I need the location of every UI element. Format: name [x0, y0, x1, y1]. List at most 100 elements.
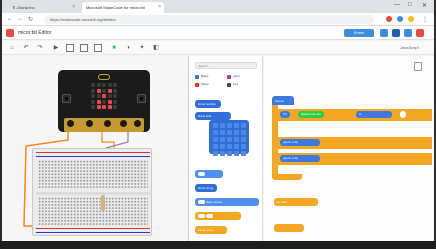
command-row-3[interactable]: pause (ms): [276, 153, 432, 165]
block-clear-screen[interactable]: clear screen: [195, 198, 259, 206]
led-editor-cell[interactable]: [241, 123, 246, 128]
led-editor-cell[interactable]: [234, 130, 239, 135]
led: [107, 88, 112, 93]
play-icon[interactable]: ▶: [52, 44, 60, 52]
settings-icon[interactable]: [404, 29, 412, 37]
led-editor-cell[interactable]: [213, 151, 218, 156]
trash-icon[interactable]: [414, 62, 422, 71]
led-editor-cell[interactable]: [227, 144, 232, 149]
led-editor-cell[interactable]: [234, 123, 239, 128]
close-icon[interactable]: ×: [158, 4, 161, 10]
browser-tab-1[interactable]: Ｅ-Gloria Inc. ×: [8, 2, 78, 13]
undo-icon[interactable]: ↶: [22, 44, 30, 52]
pause-pill[interactable]: pause (ms): [280, 139, 320, 146]
category-basic[interactable]: Basic: [195, 74, 208, 80]
led-editor-cell[interactable]: [234, 151, 239, 156]
block-led-editor[interactable]: [209, 120, 249, 156]
value-input[interactable]: [400, 111, 406, 118]
button-a[interactable]: [62, 94, 71, 103]
block-pause-2[interactable]: pause (ms): [195, 226, 227, 234]
blocks-icon[interactable]: [380, 29, 388, 37]
pin-2[interactable]: [104, 120, 111, 127]
on-start-block[interactable]: on start: [274, 198, 318, 206]
stop-icon[interactable]: ■: [66, 44, 74, 52]
forward-icon[interactable]: →: [17, 16, 23, 22]
button-b[interactable]: [137, 94, 146, 103]
help-icon[interactable]: [416, 29, 424, 37]
led-editor-cell[interactable]: [227, 137, 232, 142]
led-editor-cell[interactable]: [241, 151, 246, 156]
search-input[interactable]: Search...: [195, 62, 257, 69]
fullscreen-icon[interactable]: ⛶: [94, 44, 102, 52]
led-editor-cell[interactable]: [213, 137, 218, 142]
command-row-1[interactable]: P0 digital write pin to: [276, 109, 432, 121]
value-pill[interactable]: to: [356, 111, 392, 118]
led-editor-cell[interactable]: [220, 151, 225, 156]
led-editor-cell[interactable]: [220, 123, 225, 128]
led: [107, 83, 112, 87]
slow-mo-icon[interactable]: ◑: [124, 44, 132, 52]
download-icon[interactable]: ■: [110, 44, 118, 52]
digital-write-pill[interactable]: digital write pin: [298, 111, 324, 118]
browser-tabbar: Ｅ-Gloria Inc. × Microsoft MakeCode for m…: [2, 0, 434, 13]
led-editor-cell[interactable]: [241, 137, 246, 142]
workspace[interactable]: forever P0 digital write pin to pause (m…: [264, 56, 434, 241]
mute-icon[interactable]: ✦: [138, 44, 146, 52]
restart-icon[interactable]: ↺: [80, 44, 88, 52]
extension-icon[interactable]: [386, 16, 392, 22]
music-icon: [195, 83, 199, 87]
block-show-leds[interactable]: show leds: [195, 112, 231, 120]
maximize-icon[interactable]: □: [408, 2, 412, 8]
block-show-icon[interactable]: [195, 170, 223, 178]
microbit-board[interactable]: [58, 70, 150, 132]
led-editor-cell[interactable]: [234, 144, 239, 149]
pin-3v[interactable]: [120, 120, 127, 127]
menu-icon[interactable]: ⋮: [422, 16, 428, 23]
led-editor-cell[interactable]: [213, 123, 218, 128]
orphan-block[interactable]: [274, 224, 304, 232]
url-field[interactable]: https://makecode.microbit.org/#editor: [44, 15, 374, 24]
home-icon[interactable]: ⌂: [8, 44, 16, 52]
extension-icon[interactable]: [397, 16, 403, 22]
block-show-string[interactable]: show string: [195, 184, 217, 192]
led-editor-cell[interactable]: [220, 137, 225, 142]
led-editor-cell[interactable]: [241, 130, 246, 135]
led-editor-cell[interactable]: [227, 130, 232, 135]
close-icon[interactable]: ×: [72, 4, 75, 10]
pin-0[interactable]: [67, 120, 74, 127]
language-toggle[interactable]: JavaScript: [400, 45, 419, 50]
breadboard: [32, 148, 152, 236]
redo-icon[interactable]: ↷: [36, 44, 44, 52]
pin-1[interactable]: [86, 120, 93, 127]
category-input[interactable]: Input: [227, 74, 240, 80]
led-editor-cell[interactable]: [220, 144, 225, 149]
simulator-panel: [2, 56, 188, 241]
javascript-icon[interactable]: [392, 29, 400, 37]
command-row-2[interactable]: pause (ms): [276, 137, 432, 149]
browser-tab-2[interactable]: Microsoft MakeCode for micro:bit ×: [82, 2, 164, 13]
reload-icon[interactable]: ↻: [28, 16, 33, 23]
block-show-number[interactable]: show number: [195, 100, 221, 108]
share-button[interactable]: Share: [344, 29, 374, 37]
pause-pill-2[interactable]: pause (ms): [280, 155, 320, 162]
led-editor-cell[interactable]: [234, 137, 239, 142]
led-editor-cell[interactable]: [227, 151, 232, 156]
close-window-icon[interactable]: ✕: [422, 2, 427, 9]
minimize-icon[interactable]: —: [394, 2, 400, 8]
resistor[interactable]: [101, 195, 105, 211]
led: [102, 88, 106, 93]
forever-block[interactable]: forever P0 digital write pin to pause (m…: [272, 96, 432, 181]
led-editor-cell[interactable]: [241, 144, 246, 149]
extension-icon[interactable]: [408, 16, 414, 22]
back-icon[interactable]: ←: [7, 16, 13, 22]
category-music[interactable]: Music: [195, 82, 209, 88]
block-pause[interactable]: [195, 212, 241, 220]
led-editor-cell[interactable]: [227, 123, 232, 128]
led-editor-cell[interactable]: [213, 144, 218, 149]
led-editor-cell[interactable]: [213, 130, 218, 135]
pin-field[interactable]: P0: [280, 111, 290, 118]
category-led[interactable]: Led: [227, 82, 238, 88]
led-editor-cell[interactable]: [220, 130, 225, 135]
screenshot-icon[interactable]: ◧: [152, 44, 160, 52]
pin-gnd[interactable]: [134, 120, 141, 127]
